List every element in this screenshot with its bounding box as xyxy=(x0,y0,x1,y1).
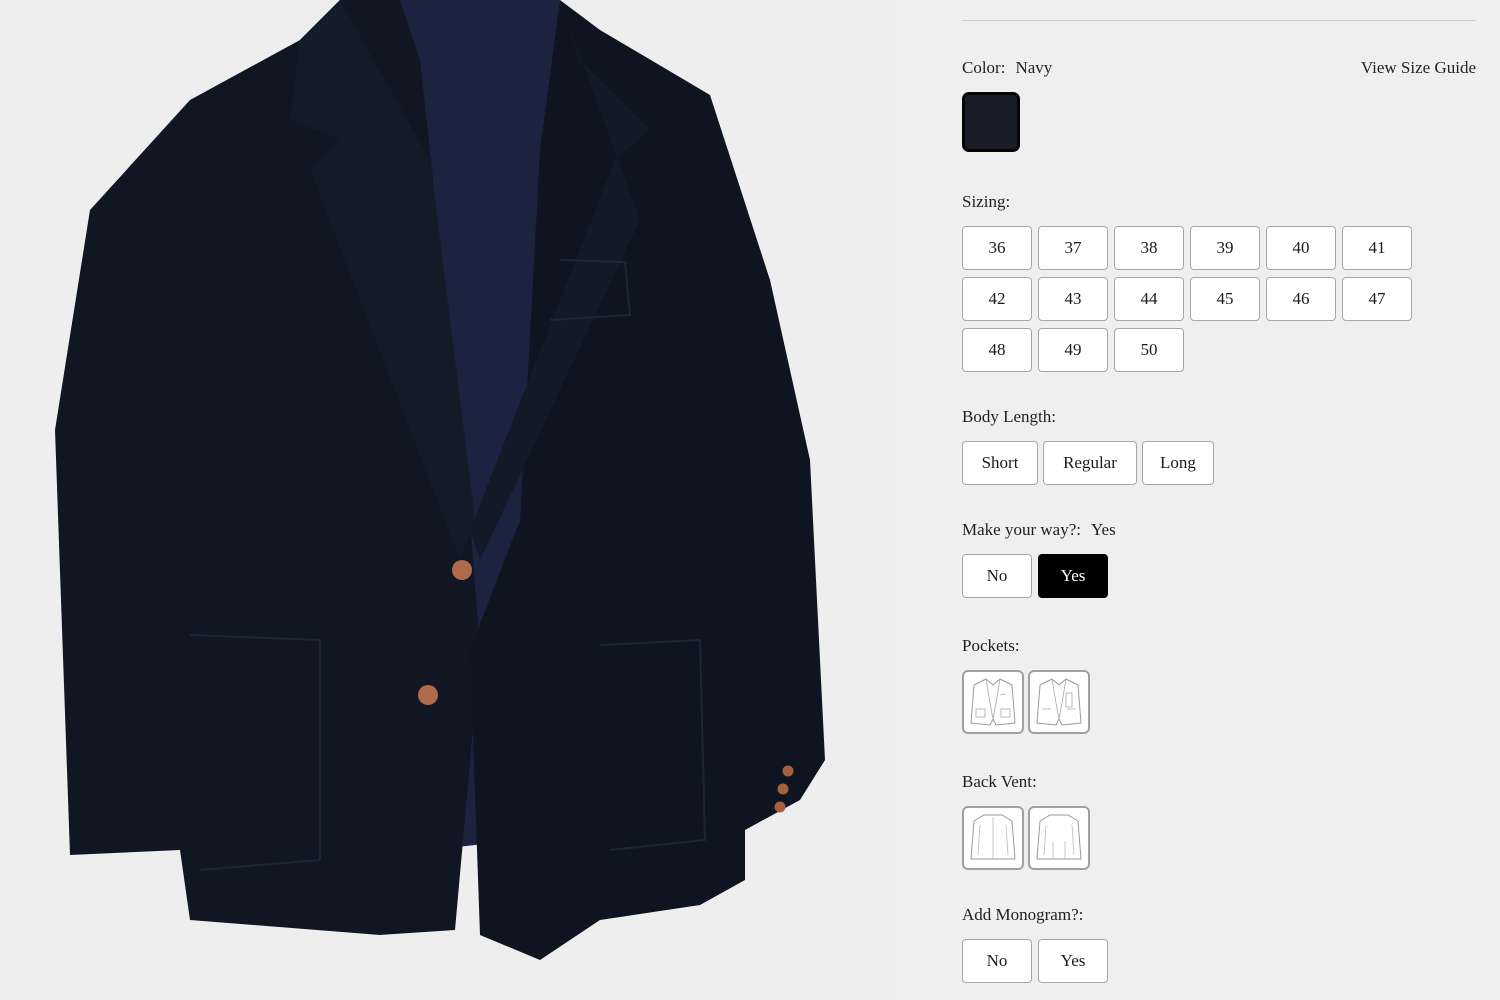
body-length-short-button[interactable]: Short xyxy=(962,441,1038,485)
size-option-button[interactable]: 42 xyxy=(962,277,1032,321)
divider xyxy=(962,20,1476,21)
monogram-label: Add Monogram?: xyxy=(962,905,1084,924)
make-your-way-no-button[interactable]: No xyxy=(962,554,1032,598)
size-option-button[interactable]: 45 xyxy=(1190,277,1260,321)
view-size-guide-link[interactable]: View Size Guide xyxy=(1361,58,1476,78)
jacket-button xyxy=(452,560,472,580)
color-swatch-navy[interactable] xyxy=(962,92,1020,152)
make-your-way-yes-button[interactable]: Yes xyxy=(1038,554,1108,598)
size-option-button[interactable]: 47 xyxy=(1342,277,1412,321)
size-option-button[interactable]: 46 xyxy=(1266,277,1336,321)
body-length-label: Body Length: xyxy=(962,407,1056,426)
back-vent-option-center[interactable] xyxy=(962,806,1024,870)
back-vent-label: Back Vent: xyxy=(962,772,1037,791)
monogram-no-button[interactable]: No xyxy=(962,939,1032,983)
sizing-label: Sizing: xyxy=(962,192,1011,211)
jacket-illustration xyxy=(55,0,825,960)
size-option-button[interactable]: 39 xyxy=(1190,226,1260,270)
body-length-regular-button[interactable]: Regular xyxy=(1043,441,1137,485)
size-option-button[interactable]: 36 xyxy=(962,226,1032,270)
flap-pockets-jacket-icon xyxy=(1036,678,1082,726)
size-option-button[interactable]: 43 xyxy=(1038,277,1108,321)
color-value: Navy xyxy=(1015,58,1053,77)
make-your-way-value: Yes xyxy=(1090,520,1116,539)
center-vent-jacket-back-icon xyxy=(970,814,1016,860)
size-option-button[interactable]: 50 xyxy=(1114,328,1184,372)
size-option-button[interactable]: 44 xyxy=(1114,277,1184,321)
product-options-panel: Color: Navy View Size Guide Sizing: 36 37 3… xyxy=(898,0,1500,1000)
size-option-button[interactable]: 41 xyxy=(1342,226,1412,270)
pockets-label: Pockets: xyxy=(962,636,1020,655)
side-vents-jacket-back-icon xyxy=(1036,814,1082,860)
jacket-button xyxy=(418,685,438,705)
size-option-button[interactable]: 38 xyxy=(1114,226,1184,270)
pockets-option-patch[interactable] xyxy=(962,670,1024,734)
back-vent-option-side[interactable] xyxy=(1028,806,1090,870)
cuff-button xyxy=(782,765,794,777)
pockets-option-flap[interactable] xyxy=(1028,670,1090,734)
cuff-button xyxy=(777,783,789,795)
patch-pockets-jacket-icon xyxy=(970,678,1016,726)
color-label: Color: Navy xyxy=(962,58,1053,77)
size-option-button[interactable]: 40 xyxy=(1266,226,1336,270)
size-option-button[interactable]: 49 xyxy=(1038,328,1108,372)
cuff-button xyxy=(774,801,786,813)
monogram-yes-button[interactable]: Yes xyxy=(1038,939,1108,983)
make-your-way-label: Make your way?: Yes xyxy=(962,520,1116,539)
size-option-button[interactable]: 37 xyxy=(1038,226,1108,270)
product-image xyxy=(0,0,898,1000)
size-option-button[interactable]: 48 xyxy=(962,328,1032,372)
body-length-long-button[interactable]: Long xyxy=(1142,441,1214,485)
